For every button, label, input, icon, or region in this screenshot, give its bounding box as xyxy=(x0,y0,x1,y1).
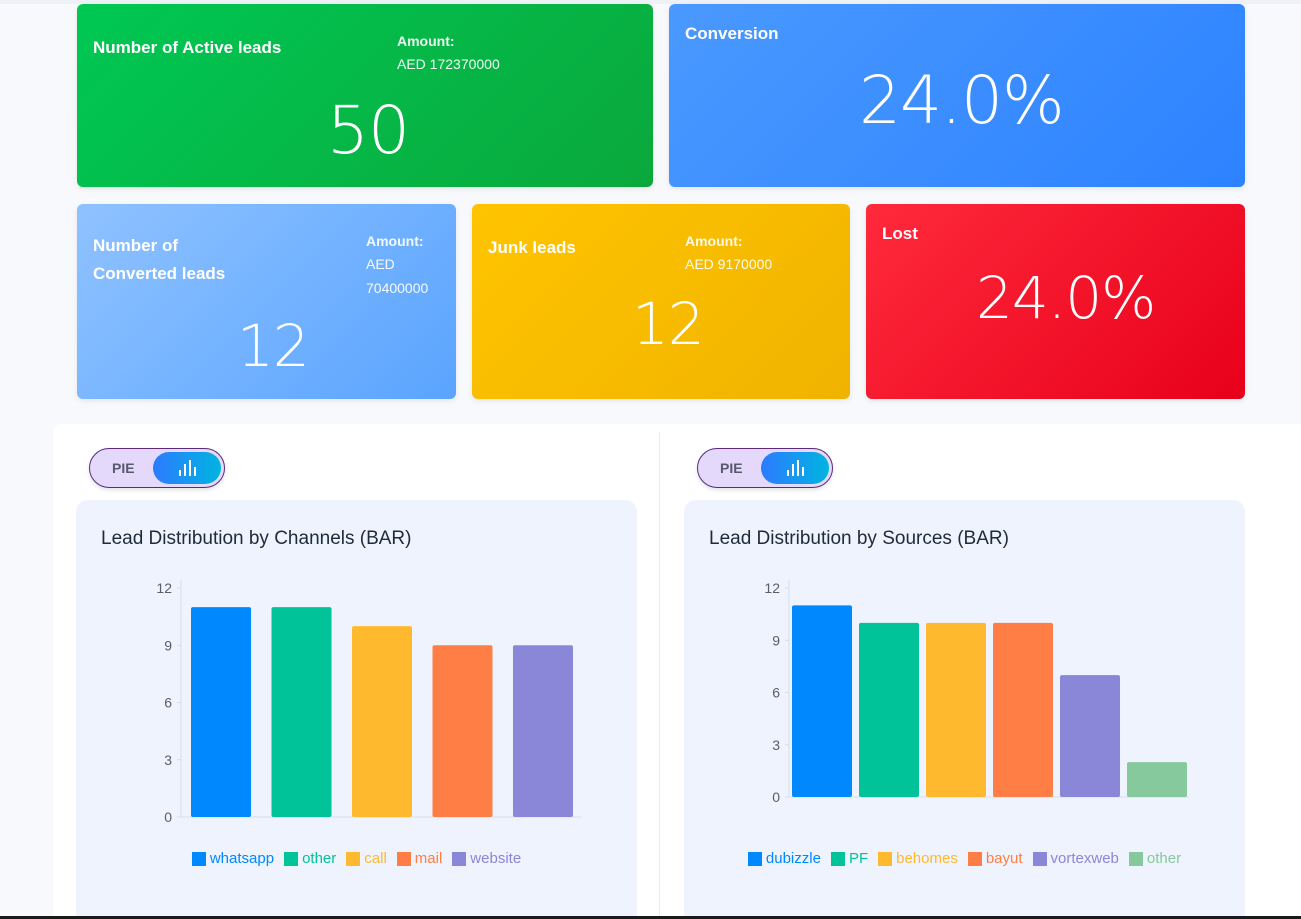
bar-chart-icon xyxy=(786,460,804,476)
legend-label: website xyxy=(470,850,522,867)
active-leads-card[interactable]: Number of Active leads Amount: AED 17237… xyxy=(77,4,653,187)
legend-swatch xyxy=(284,851,299,866)
legend-item-dubizzle[interactable]: dubizzle xyxy=(747,850,821,867)
legend-label: other xyxy=(1146,850,1182,867)
conversion-title: Conversion xyxy=(685,24,779,43)
y-tick-label: 9 xyxy=(164,637,172,653)
bar-vortexweb[interactable] xyxy=(1060,675,1120,797)
pie-option-label[interactable]: PIE xyxy=(112,460,135,476)
legend-swatch xyxy=(396,851,411,866)
legend-swatch xyxy=(1032,851,1047,866)
sources-chart-box: Lead Distribution by Sources (BAR) 03691… xyxy=(684,500,1245,919)
legend-swatch xyxy=(191,851,206,866)
sources-bar-chart: 0 3 6 9 12 xyxy=(764,580,1189,805)
y-tick-label: 9 xyxy=(772,632,780,648)
lost-title: Lost xyxy=(882,224,918,243)
legend-item-bayut[interactable]: bayut xyxy=(967,850,1023,867)
legend-label: call xyxy=(364,850,387,867)
legend-swatch xyxy=(967,851,982,866)
y-tick-label: 12 xyxy=(156,580,172,596)
y-tick-label: 6 xyxy=(164,695,172,711)
bar-other[interactable] xyxy=(1127,762,1187,797)
bar-bayut[interactable] xyxy=(993,622,1053,797)
bar-pf[interactable] xyxy=(859,622,919,797)
bar-dubizzle[interactable] xyxy=(792,605,852,797)
bar-call[interactable] xyxy=(352,626,412,817)
y-tick-label: 3 xyxy=(164,752,172,768)
legend-item-other[interactable]: other xyxy=(284,850,336,867)
bar-chart-icon xyxy=(178,460,196,476)
y-tick-label: 3 xyxy=(772,737,780,753)
junk-leads-value: 12 xyxy=(632,290,705,358)
converted-leads-title-line2: Converted leads xyxy=(93,264,226,283)
legend-label: vortexweb xyxy=(1050,850,1119,867)
active-leads-amount-label: Amount: xyxy=(397,33,455,49)
pie-option-label[interactable]: PIE xyxy=(720,460,743,476)
bar-option-knob[interactable] xyxy=(761,452,829,484)
legend-item-website[interactable]: website xyxy=(452,850,521,867)
channels-bar-chart: 0 3 6 9 12 xyxy=(156,580,581,825)
chart-type-toggle-channels[interactable]: PIE xyxy=(89,448,225,488)
junk-leads-card[interactable]: Junk leads Amount: AED 9170000 12 xyxy=(472,204,850,399)
legend-label: other xyxy=(302,850,337,867)
junk-leads-amount-label: Amount: xyxy=(685,233,743,249)
legend-item-other[interactable]: other xyxy=(1128,850,1182,867)
sources-legend: dubizzle PF behomes bayut vortexweb other xyxy=(684,850,1245,867)
active-leads-title: Number of Active leads xyxy=(93,38,282,57)
legend-label: whatsapp xyxy=(209,850,275,867)
legend-label: bayut xyxy=(985,850,1023,867)
active-leads-value: 50 xyxy=(327,92,410,169)
chart-type-toggle-sources[interactable]: PIE xyxy=(697,448,833,488)
bar-behomes[interactable] xyxy=(926,622,986,797)
legend-item-vortexweb[interactable]: vortexweb xyxy=(1032,850,1119,867)
conversion-value: 24.0% xyxy=(859,62,1065,139)
converted-leads-amount-line1: AED xyxy=(366,256,395,272)
panel-divider xyxy=(659,432,660,919)
legend-label: behomes xyxy=(896,850,958,867)
converted-leads-title-line1: Number of xyxy=(93,236,178,255)
lost-card[interactable]: Lost 24.0% xyxy=(866,204,1245,399)
legend-item-mail[interactable]: mail xyxy=(396,850,443,867)
y-tick-label: 0 xyxy=(772,789,780,805)
junk-leads-amount: AED 9170000 xyxy=(685,256,773,272)
active-leads-amount: AED 172370000 xyxy=(397,56,500,72)
bar-whatsapp[interactable] xyxy=(191,607,251,817)
bar-mail[interactable] xyxy=(432,645,493,817)
legend-label: mail xyxy=(414,850,443,867)
legend-label: dubizzle xyxy=(765,850,821,867)
channels-chart-box: Lead Distribution by Channels (BAR) 0369… xyxy=(76,500,637,919)
legend-swatch xyxy=(1128,851,1143,866)
bar-other[interactable] xyxy=(271,607,332,817)
junk-leads-title: Junk leads xyxy=(488,238,576,257)
converted-leads-card[interactable]: Number of Converted leads Amount: AED 70… xyxy=(77,204,456,399)
legend-swatch xyxy=(747,851,762,866)
legend-swatch xyxy=(452,851,467,866)
converted-leads-amount-label: Amount: xyxy=(366,233,424,249)
legend-swatch xyxy=(830,851,845,866)
y-tick-label: 6 xyxy=(772,685,780,701)
legend-item-call[interactable]: call xyxy=(346,850,387,867)
y-tick-label: 0 xyxy=(164,809,172,825)
y-tick-label: 12 xyxy=(764,580,780,596)
legend-item-whatsapp[interactable]: whatsapp xyxy=(191,850,275,867)
legend-label: PF xyxy=(848,850,869,867)
lost-value: 24.0% xyxy=(976,264,1156,332)
bar-option-knob[interactable] xyxy=(153,452,221,484)
converted-leads-amount-line2: 70400000 xyxy=(366,280,429,296)
legend-item-pf[interactable]: PF xyxy=(830,850,869,867)
legend-swatch xyxy=(346,851,361,866)
bar-website[interactable] xyxy=(513,645,573,817)
legend-swatch xyxy=(878,851,893,866)
channels-legend: whatsapp other call mail website xyxy=(76,850,637,867)
conversion-card[interactable]: Conversion 24.0% xyxy=(669,4,1245,187)
converted-leads-value: 12 xyxy=(237,312,310,380)
legend-item-behomes[interactable]: behomes xyxy=(878,850,958,867)
